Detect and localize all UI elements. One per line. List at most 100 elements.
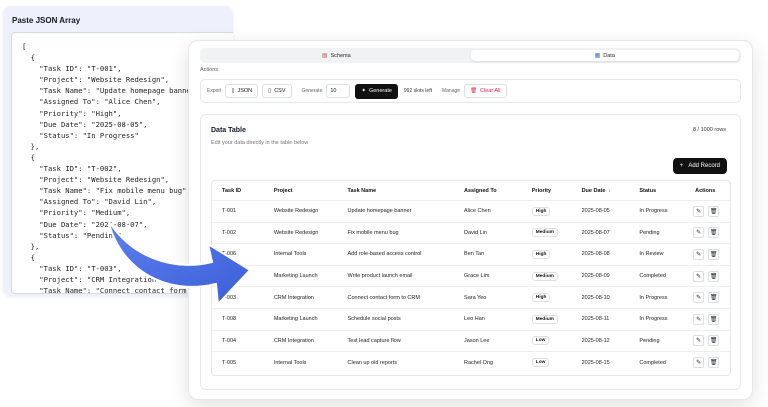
cell-assigned-to[interactable]: Jason Lee	[454, 338, 522, 344]
delete-icon[interactable]: 🗑	[708, 227, 720, 239]
cell-task-name[interactable]: Schedule social posts	[338, 316, 455, 322]
plus-icon: +	[679, 163, 684, 169]
edit-icon[interactable]: ✎	[693, 357, 705, 369]
col-header-task-id[interactable]: Task ID	[212, 188, 264, 194]
cell-assigned-to[interactable]: David Lin	[454, 230, 522, 236]
cell-task-id[interactable]: T-005	[212, 360, 264, 366]
edit-icon[interactable]: ✎	[693, 248, 705, 260]
cell-assigned-to[interactable]: Grace Lim	[454, 273, 522, 279]
cell-priority[interactable]: Medium	[522, 271, 572, 281]
cell-priority[interactable]: Low	[522, 358, 572, 368]
cell-status[interactable]: Pending	[629, 338, 683, 344]
cell-project[interactable]: Internal Tools	[264, 251, 338, 257]
cell-due-date[interactable]: 2025-08-07	[572, 230, 630, 236]
edit-icon[interactable]: ✎	[693, 335, 705, 347]
delete-icon[interactable]: 🗑	[708, 335, 720, 347]
add-record-button[interactable]: + Add Record	[672, 158, 727, 174]
cell-due-date[interactable]: 2025-08-15	[572, 360, 630, 366]
edit-icon[interactable]: ✎	[693, 313, 705, 325]
cell-assigned-to[interactable]: Ben Tan	[454, 251, 522, 257]
cell-assigned-to[interactable]: Leo Han	[454, 316, 522, 322]
cell-due-date[interactable]: 2025-08-09	[572, 273, 630, 279]
cell-due-date[interactable]: 2025-08-08	[572, 251, 630, 257]
clear-all-label: Clear All	[480, 88, 501, 94]
delete-icon[interactable]: 🗑	[708, 357, 720, 369]
cell-task-name[interactable]: Clean up old reports	[338, 360, 455, 366]
table-row: T-005 Internal Tools Clean up old reports R…	[212, 352, 730, 374]
cell-status[interactable]: In Review	[629, 251, 683, 257]
cell-priority[interactable]: High	[522, 293, 572, 303]
cell-status[interactable]: Completed	[629, 360, 683, 366]
cell-priority[interactable]: High	[522, 249, 572, 259]
cell-assigned-to[interactable]: Sara Yeo	[454, 295, 522, 301]
cell-project[interactable]: CRM Integration	[264, 295, 338, 301]
due-date-header-label: Due Date	[581, 187, 606, 194]
cell-actions: ✎ 🗑	[683, 292, 730, 304]
delete-icon[interactable]: 🗑	[708, 313, 720, 325]
cell-task-id[interactable]: T-008	[212, 316, 264, 322]
cell-task-name[interactable]: Write product launch email	[338, 273, 455, 279]
col-header-assigned-to[interactable]: Assigned To	[454, 188, 522, 194]
table-body: T-001 Website Redesign Update homepage ban…	[212, 201, 730, 374]
cell-assigned-to[interactable]: Alice Chen	[454, 208, 522, 214]
tab-data[interactable]: ▦ Data	[470, 50, 739, 61]
generate-count-input[interactable]: 10	[326, 84, 351, 98]
edit-icon[interactable]: ✎	[693, 270, 705, 282]
cell-status[interactable]: Pending	[629, 230, 683, 236]
tab-schema-label: Schema	[330, 52, 351, 59]
cell-priority[interactable]: Low	[522, 336, 572, 346]
cell-task-name[interactable]: Connect contact form to CRM	[338, 295, 455, 301]
cell-task-name[interactable]: Update homepage banner	[338, 208, 455, 214]
cell-task-name[interactable]: Fix mobile menu bug	[338, 230, 455, 236]
cell-project[interactable]: Website Redesign	[264, 230, 338, 236]
table-row: T-007Marketing LaunchWrite product launc…	[212, 266, 730, 288]
col-header-due-date[interactable]: Due Date ↕	[572, 188, 630, 194]
data-table-title: Data Table	[211, 127, 246, 134]
cell-due-date[interactable]: 2025-08-05	[572, 208, 630, 214]
cell-project[interactable]: CRM Integration	[264, 338, 338, 344]
clear-all-button[interactable]: 🗑 Clear All	[464, 84, 507, 98]
cell-task-id[interactable]: T-004	[212, 338, 264, 344]
delete-icon[interactable]: 🗑	[708, 248, 720, 260]
edit-icon[interactable]: ✎	[693, 292, 705, 304]
cell-project[interactable]: Internal Tools	[264, 360, 338, 366]
col-header-project[interactable]: Project	[264, 188, 338, 194]
cell-status[interactable]: Completed	[629, 273, 683, 279]
table-row: T-001 Website Redesign Update homepage ban…	[212, 201, 730, 223]
cell-task-name[interactable]: Add role-based access control	[338, 251, 455, 257]
col-header-status[interactable]: Status	[629, 188, 683, 194]
col-header-priority[interactable]: Priority	[522, 188, 572, 194]
edit-icon[interactable]: ✎	[693, 227, 705, 239]
table-header: Task ID Project Task Name Assigned To Pr…	[212, 181, 730, 201]
cell-priority[interactable]: Medium	[522, 228, 572, 238]
arrow-icon	[107, 219, 252, 307]
tab-schema[interactable]: ▤ Schema	[202, 50, 471, 61]
export-csv-button[interactable]: ▯ CSV	[262, 84, 292, 98]
cell-status[interactable]: In Progress	[629, 316, 683, 322]
table-row: T-003 CRM Integration Connect contact form…	[212, 287, 730, 309]
cell-status[interactable]: In Progress	[629, 208, 683, 214]
delete-icon[interactable]: 🗑	[708, 292, 720, 304]
add-record-label: Add Record	[688, 163, 720, 169]
delete-icon[interactable]: 🗑	[708, 270, 720, 282]
data-icon: ▦	[594, 53, 601, 59]
export-json-button[interactable]: ▯ JSON	[225, 84, 259, 98]
priority-badge: High	[531, 249, 551, 259]
cell-due-date[interactable]: 2025-08-10	[572, 295, 630, 301]
generate-button[interactable]: ✦ Generate	[355, 83, 398, 99]
cell-assigned-to[interactable]: Rachel Ong	[454, 360, 522, 366]
cell-project[interactable]: Marketing Launch	[264, 273, 338, 279]
cell-project[interactable]: Marketing Launch	[264, 316, 338, 322]
delete-icon[interactable]: 🗑	[708, 205, 720, 217]
data-table-card: Data Table Edit your data directly in th…	[200, 114, 741, 390]
cell-priority[interactable]: Medium	[522, 314, 572, 324]
cell-status[interactable]: In Progress	[629, 295, 683, 301]
cell-priority[interactable]: High	[522, 206, 572, 216]
cell-due-date[interactable]: 2025-08-12	[572, 338, 630, 344]
cell-due-date[interactable]: 2025-08-11	[572, 316, 630, 322]
col-header-task-name[interactable]: Task Name	[338, 188, 455, 194]
cell-project[interactable]: Website Redesign	[264, 208, 338, 214]
generate-button-label: Generate	[368, 88, 392, 94]
cell-task-name[interactable]: Test lead capture flow	[338, 338, 455, 344]
edit-icon[interactable]: ✎	[693, 205, 705, 217]
